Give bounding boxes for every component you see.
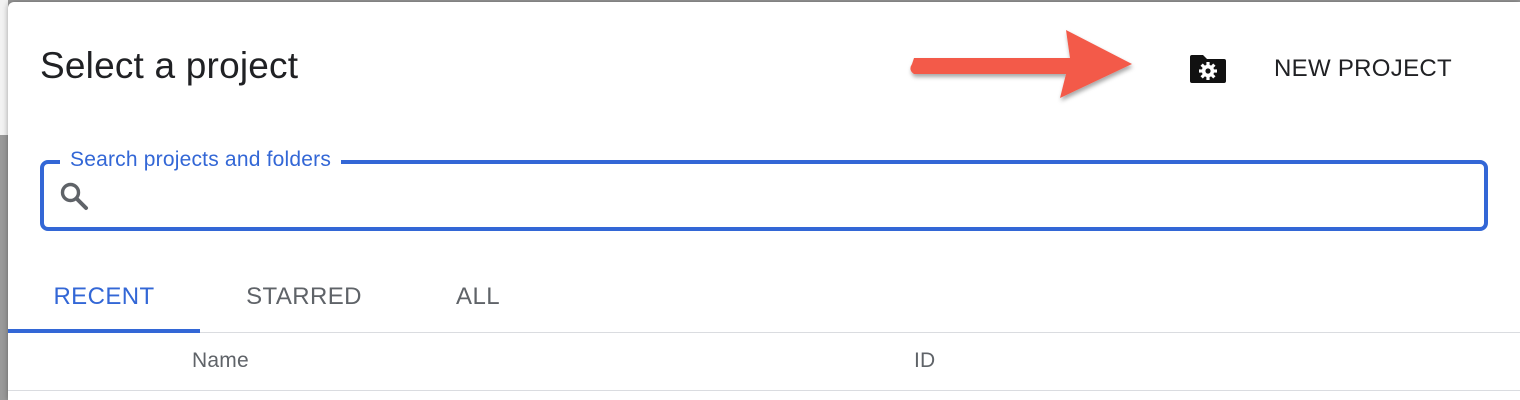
search-label: Search projects and folders (60, 144, 342, 176)
select-project-dialog: Select a project NEW PROJECT Search proj… (8, 2, 1520, 400)
tab-starred-label: STARRED (246, 283, 362, 310)
tab-recent[interactable]: RECENT (8, 262, 200, 333)
new-project-label: NEW PROJECT (1274, 55, 1452, 82)
search-icon (60, 182, 88, 210)
search-input[interactable] (104, 174, 1474, 218)
tab-all[interactable]: ALL (408, 262, 548, 332)
tab-starred[interactable]: STARRED (200, 262, 408, 332)
arrow-annotation-icon (910, 30, 1132, 98)
tab-recent-label: RECENT (53, 283, 155, 310)
column-header-id[interactable]: ID (914, 349, 935, 373)
column-header-name[interactable]: Name (192, 349, 249, 373)
folder-settings-icon (1188, 52, 1228, 86)
dialog-title: Select a project (40, 45, 299, 86)
background-window-edge (0, 0, 8, 135)
project-tabs: RECENT STARRED ALL (8, 262, 1520, 333)
table-header: Name ID (8, 333, 1520, 391)
new-project-button[interactable]: NEW PROJECT (1178, 40, 1462, 98)
tab-all-label: ALL (456, 283, 500, 310)
